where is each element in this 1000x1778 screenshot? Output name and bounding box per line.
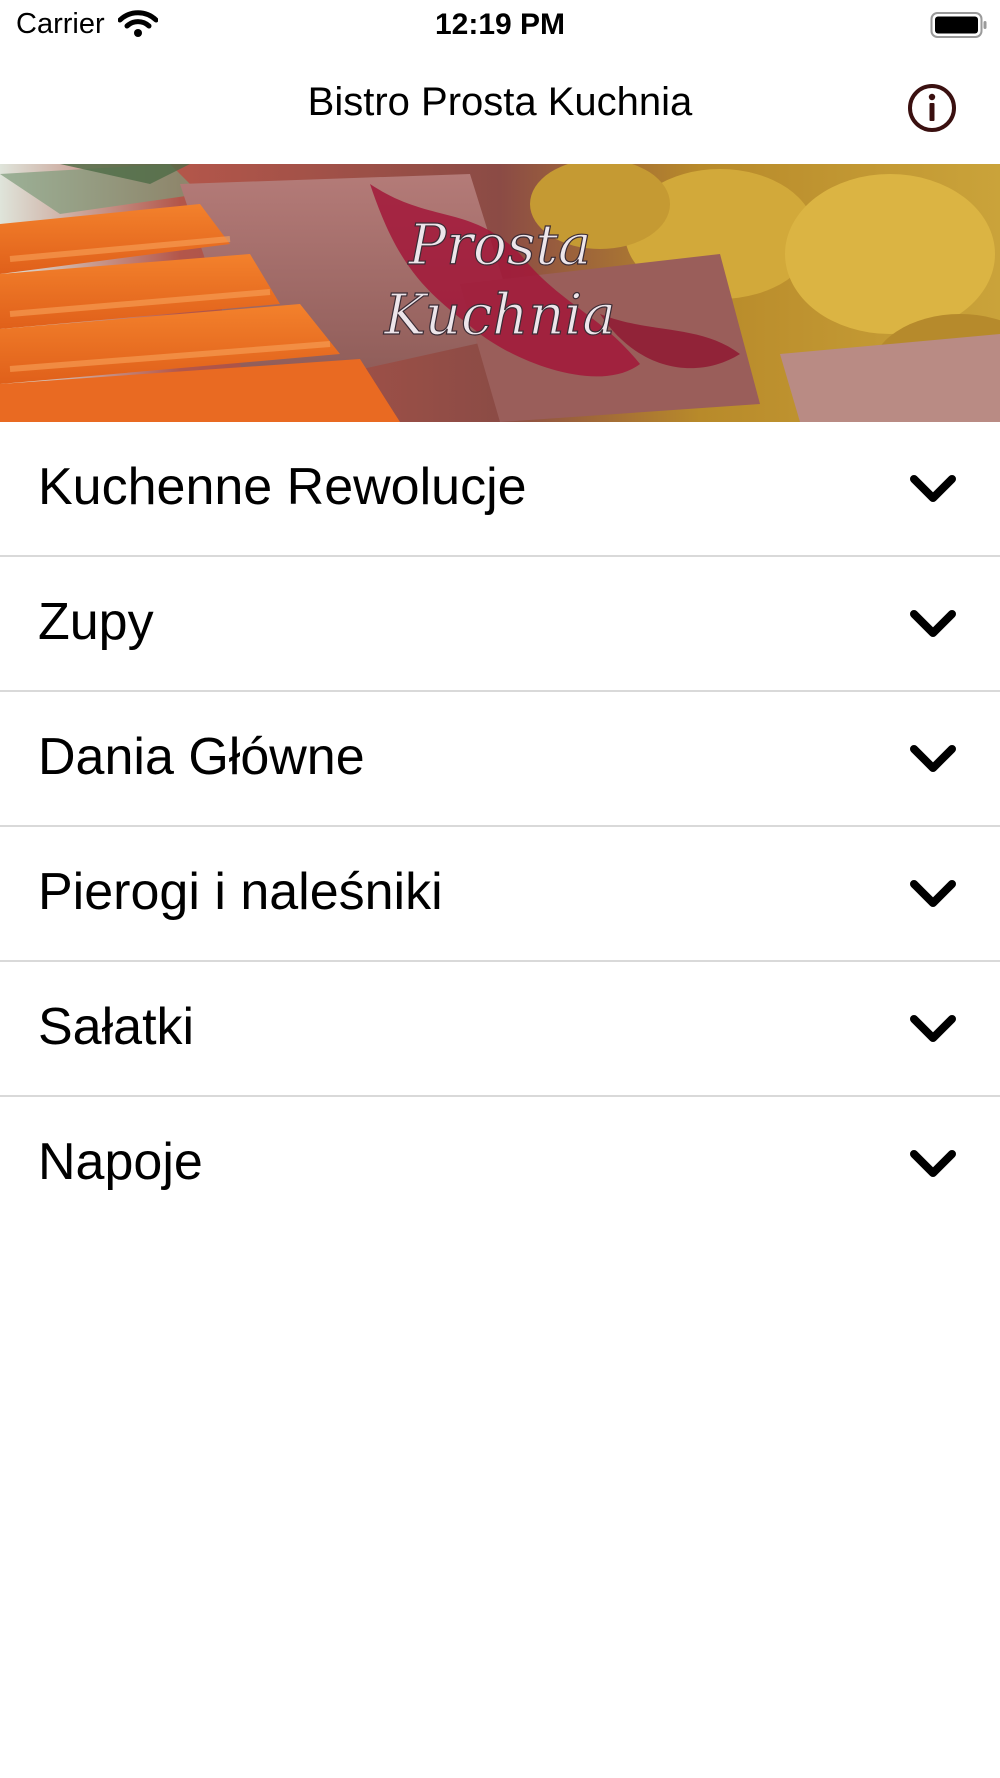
page-title: Bistro Prosta Kuchnia xyxy=(307,80,693,124)
chevron-down-icon xyxy=(910,880,956,907)
chevron-down-icon xyxy=(910,1150,956,1177)
info-circle-icon[interactable] xyxy=(906,82,958,134)
svg-text:Prosta: Prosta xyxy=(408,213,592,278)
menu-category-napoje[interactable]: Napoje xyxy=(0,1097,1000,1230)
hero-banner-image: Prosta Kuchnia xyxy=(0,164,1000,422)
menu-category-zupy[interactable]: Zupy xyxy=(0,557,1000,692)
navigation-bar: Bistro Prosta Kuchnia xyxy=(0,52,1000,164)
battery-icon xyxy=(930,12,987,38)
chevron-down-icon xyxy=(910,745,956,772)
chevron-down-icon xyxy=(910,610,956,637)
chevron-down-icon xyxy=(910,475,956,502)
menu-category-dania-glowne[interactable]: Dania Główne xyxy=(0,692,1000,827)
menu-category-label: Pierogi i naleśniki xyxy=(38,863,443,921)
menu-category-label: Dania Główne xyxy=(38,728,365,786)
menu-category-label: Napoje xyxy=(38,1133,203,1191)
menu-category-label: Zupy xyxy=(38,593,154,651)
menu-category-label: Sałatki xyxy=(38,998,195,1056)
status-bar: Carrier 12:19 PM xyxy=(0,0,1000,52)
menu-category-label: Kuchenne Rewolucje xyxy=(38,458,527,516)
menu-category-list: Kuchenne Rewolucje Zupy Dania Główne Pie… xyxy=(0,422,1000,1230)
status-time: 12:19 PM xyxy=(434,8,566,41)
chevron-down-icon xyxy=(910,1015,956,1042)
menu-category-kuchenne-rewolucje[interactable]: Kuchenne Rewolucje xyxy=(0,422,1000,557)
menu-category-pierogi[interactable]: Pierogi i naleśniki xyxy=(0,827,1000,962)
menu-category-salatki[interactable]: Sałatki xyxy=(0,962,1000,1097)
svg-text:Kuchnia: Kuchnia xyxy=(383,283,615,348)
